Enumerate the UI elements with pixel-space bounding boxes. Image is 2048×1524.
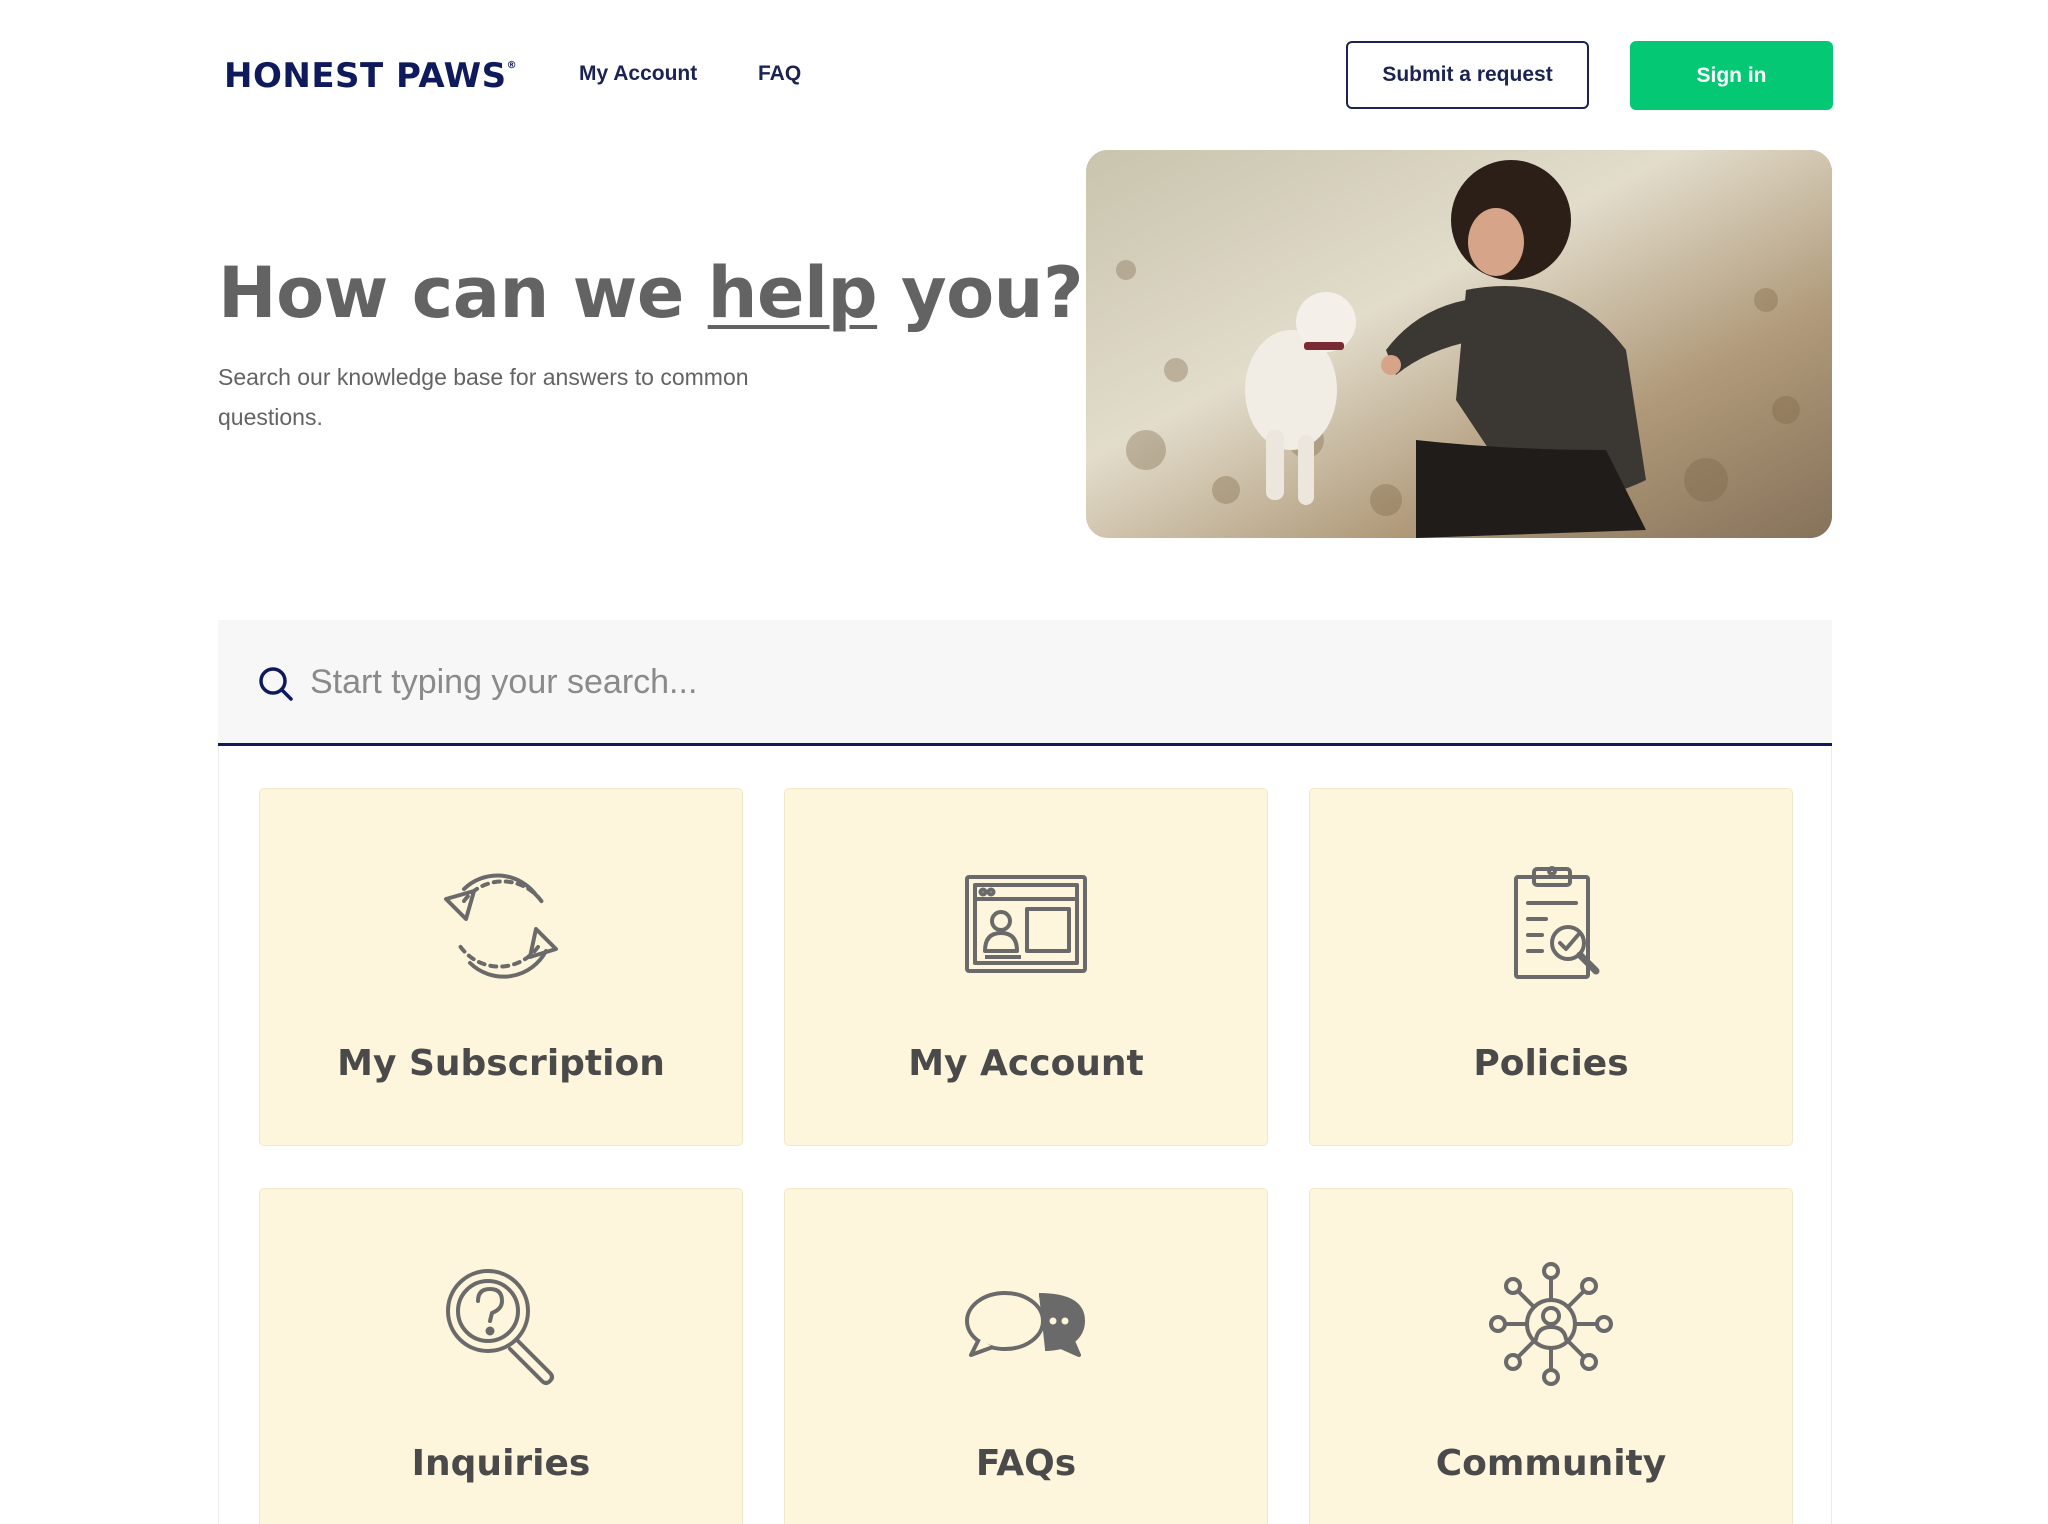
sign-in-button[interactable]: Sign in <box>1630 41 1833 110</box>
logo-registered-mark: ® <box>506 60 518 71</box>
category-label: Inquiries <box>411 1443 591 1484</box>
category-label: Policies <box>1473 1043 1629 1084</box>
search-bar <box>218 620 1832 746</box>
nav-my-account[interactable]: My Account <box>579 62 697 86</box>
network-user-icon <box>1489 1262 1613 1386</box>
category-grid: My Subscription My Account Policies Inqu… <box>218 746 1832 1524</box>
submit-request-button[interactable]: Submit a request <box>1346 41 1589 109</box>
hero-photo-illustration <box>1086 150 1832 538</box>
hero-photo <box>1086 150 1832 538</box>
category-card-my-account[interactable]: My Account <box>784 788 1268 1146</box>
category-label: My Subscription <box>337 1043 665 1084</box>
page-title: How can we help you? <box>218 252 1084 334</box>
category-label: Community <box>1435 1443 1667 1484</box>
logo-text: HONEST PAWS <box>224 56 507 96</box>
title-emphasis: help <box>707 252 878 334</box>
nav-faq[interactable]: FAQ <box>758 62 801 86</box>
category-card-policies[interactable]: Policies <box>1309 788 1793 1146</box>
category-card-my-subscription[interactable]: My Subscription <box>259 788 743 1146</box>
category-card-community[interactable]: Community <box>1309 1188 1793 1524</box>
clipboard-check-icon <box>1514 866 1600 979</box>
search-icon <box>259 667 293 701</box>
category-card-inquiries[interactable]: Inquiries <box>259 1188 743 1524</box>
question-magnifier-icon <box>446 1269 554 1385</box>
help-center-page: HONEST PAWS® My Account FAQ Submit a req… <box>0 0 2048 1524</box>
search-input[interactable] <box>310 650 1710 714</box>
page-subtitle: Search our knowledge base for answers to… <box>218 364 749 430</box>
brand-logo[interactable]: HONEST PAWS® <box>224 56 517 96</box>
category-card-faqs[interactable]: FAQs <box>784 1188 1268 1524</box>
chat-bubbles-icon <box>965 1291 1085 1357</box>
refresh-icon <box>444 873 558 979</box>
category-label: FAQs <box>975 1443 1077 1484</box>
profile-window-icon <box>965 875 1087 973</box>
category-label: My Account <box>908 1043 1144 1084</box>
